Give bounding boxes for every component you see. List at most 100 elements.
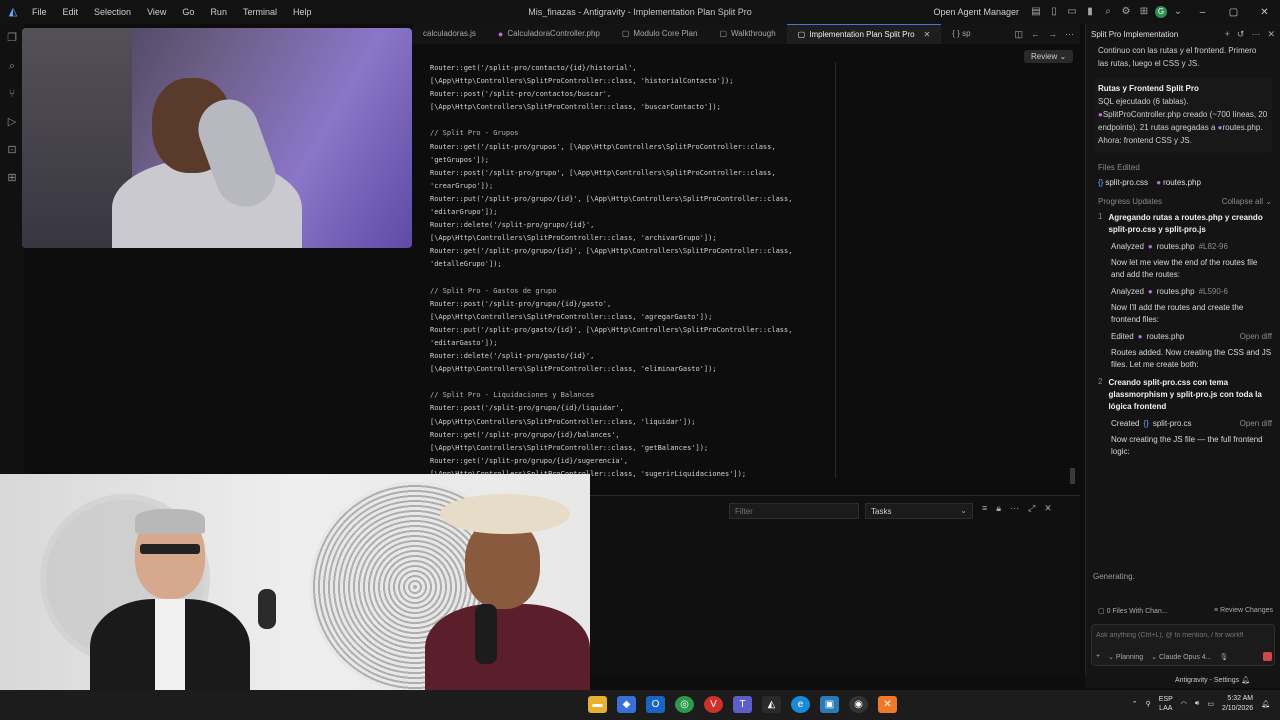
account-avatar[interactable]: G [1155,6,1167,18]
teams-icon[interactable]: T [733,696,752,713]
menu-view[interactable]: View [139,7,174,17]
wifi-icon[interactable]: ◠ [1181,700,1187,708]
remote-icon[interactable]: ⊡ [0,136,24,164]
microphone-icon[interactable]: 🎙︎ [1220,653,1229,661]
settings-gear-icon[interactable]: ⚙ [1119,5,1133,19]
mode-select[interactable]: ⌄ Planning [1108,653,1143,661]
extensions-icon[interactable]: ⊞ [1137,5,1151,19]
forward-arrow-icon[interactable]: → [1048,29,1057,40]
open-diff-button[interactable]: Open diff [1240,332,1272,341]
tasks-select[interactable]: Tasks ⌄ [865,503,973,519]
clock[interactable]: 5:32 AM 2/10/2026 [1222,694,1253,714]
filter-input[interactable] [729,503,859,519]
menu-edit[interactable]: Edit [55,7,87,17]
battery-icon[interactable]: ▭ [1207,700,1214,708]
file-link[interactable]: routes.php [1157,242,1195,251]
add-context-icon[interactable]: + [1096,653,1100,660]
vivaldi-icon[interactable]: V [704,696,723,713]
file-chip-css[interactable]: {} split-pro.css [1098,178,1148,187]
close-panel-icon[interactable]: ✕ [1044,503,1052,514]
file-link[interactable]: SplitProController.php [1103,110,1181,119]
search-icon[interactable]: ⌕ [1101,5,1115,19]
collapse-all-button[interactable]: Collapse all ⌄ [1222,197,1272,206]
more-icon[interactable]: ⋯ [1065,29,1074,40]
xampp-icon[interactable]: ✕ [878,696,897,713]
document-icon: ▢ [621,29,630,38]
stop-button[interactable] [1263,652,1272,661]
tab-walkthrough[interactable]: ▢ Walkthrough [708,24,786,44]
model-select[interactable]: ⌄ Claude Opus 4... [1151,653,1211,661]
menu-go[interactable]: Go [174,7,202,17]
title-bar: ◭ File Edit Selection View Go Run Termin… [0,0,1280,24]
review-label: Review [1031,52,1058,61]
close-window-button[interactable]: ✕ [1249,7,1280,18]
file-chip-label: split-pro.css [1105,178,1149,187]
bell-icon[interactable]: 🔔︎ [1241,677,1250,684]
ask-input[interactable] [1096,632,1270,639]
add-icon[interactable]: + [1225,29,1230,40]
file-link[interactable]: split-pro.cs [1153,419,1192,428]
maximize-panel-icon[interactable]: ⤢ [1028,503,1035,514]
tab-modulo-core-plan[interactable]: ▢ Modulo Core Plan [611,24,709,44]
chevron-up-icon[interactable]: ⌃ [1132,700,1138,708]
layout-icon[interactable]: ▤ [1029,5,1043,19]
run-debug-icon[interactable]: ▷ [0,108,24,136]
source-control-icon[interactable]: ⑂ [0,80,24,108]
file-link[interactable]: routes.php [1147,332,1185,341]
menu-run[interactable]: Run [202,7,235,17]
extensions-sidebar-icon[interactable]: ⊞ [0,164,24,192]
tab-implementation-plan[interactable]: ▢ Implementation Plan Split Pro ✕ [786,24,942,45]
back-arrow-icon[interactable]: ← [1031,29,1040,40]
close-icon[interactable]: ✕ [1267,29,1275,40]
menu-selection[interactable]: Selection [86,7,139,17]
secondary-sidebar-icon[interactable]: ▮ [1083,5,1097,19]
menu-terminal[interactable]: Terminal [235,7,285,17]
edge-icon[interactable]: e [791,696,810,713]
search-sidebar-icon[interactable]: ⌕ [0,52,24,80]
code-line: 'editarGrupo']); [430,208,498,217]
file-explorer-icon[interactable]: ▬ [588,696,607,713]
split-editor-icon[interactable]: ◫ [1014,29,1023,40]
volume-icon[interactable]: 🔊︎ [1195,700,1199,708]
explorer-icon[interactable]: ❐ [0,24,24,52]
file-link[interactable]: routes.php [1157,287,1195,296]
review-changes-button[interactable]: ≡ Review Changes [1214,607,1273,615]
tab-split-pro[interactable]: { } sp [941,24,981,44]
chrome-icon[interactable]: ◎ [675,696,694,713]
copilot-icon[interactable]: ◆ [617,696,636,713]
menu-file[interactable]: File [24,7,55,17]
network-icon[interactable]: ⚲ [1146,700,1151,708]
more-icon[interactable]: ⋯ [1010,503,1019,514]
file-link[interactable]: routes.php [1223,123,1261,132]
notifications-icon[interactable]: 🔔︎ [1261,700,1270,708]
open-agent-manager-button[interactable]: Open Agent Manager [933,7,1019,17]
chevron-down-icon[interactable]: ⌄ [1171,5,1185,19]
language-indicator[interactable]: ESP LAA [1159,695,1173,713]
menu-help[interactable]: Help [285,7,320,17]
file-chip-label: routes.php [1163,178,1201,187]
maximize-button[interactable]: ▢ [1218,7,1249,18]
more-icon[interactable]: ⋯ [1251,29,1260,40]
outlook-icon[interactable]: O [646,696,665,713]
minimize-button[interactable]: – [1187,7,1218,18]
files-with-changes[interactable]: ▢ 0 Files With Chan... [1098,607,1168,615]
review-button[interactable]: Review ⌄ [1024,50,1074,63]
file-chip-routes[interactable]: ● routes.php [1156,178,1201,187]
editor-scrollbar[interactable] [1070,468,1075,484]
sidebar-toggle-icon[interactable]: ▯ [1047,5,1061,19]
list-icon[interactable]: ≡ [982,503,987,514]
settings-status[interactable]: Antigravity - Settings [1175,677,1239,684]
monitor-icon[interactable]: ▣ [820,696,839,713]
tab-calculadora-controller[interactable]: ● CalculadoraController.php [487,24,611,44]
history-icon[interactable]: ↺ [1237,29,1245,40]
open-diff-button[interactable]: Open diff [1240,419,1272,428]
antigravity-icon[interactable]: ◭ [762,696,781,713]
lock-icon[interactable]: 🔒︎ [996,503,1001,514]
obs-icon[interactable]: ◉ [849,696,868,713]
code-line: 'editarGasto']); [430,338,498,347]
close-tab-icon[interactable]: ✕ [924,25,931,45]
panel-toggle-icon[interactable]: ▭ [1065,5,1079,19]
tab-calculadoras-js[interactable]: calculadoras.js [412,24,487,44]
tab-label: calculadoras.js [423,29,476,38]
code-editor[interactable]: Router::get('/split-pro/contacto/{id}/hi… [430,62,835,478]
